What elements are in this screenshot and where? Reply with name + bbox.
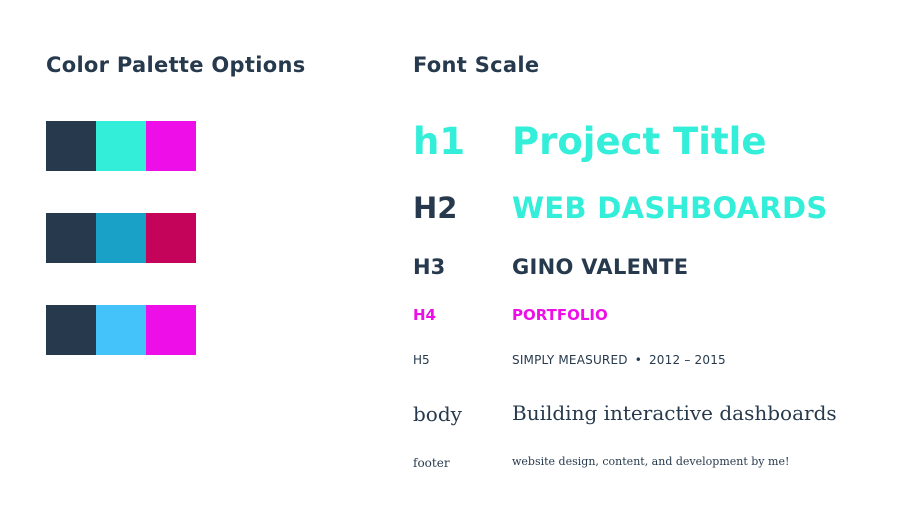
h5-company: SIMPLY MEASURED <box>512 353 628 367</box>
h2-label: H2 <box>413 191 458 225</box>
swatch-dark-navy <box>46 121 96 171</box>
footer-label: footer <box>413 456 450 470</box>
swatch-sky-blue <box>96 305 146 355</box>
h1-sample: Project Title <box>512 120 767 163</box>
h4-sample: PORTFOLIO <box>512 306 608 324</box>
swatch-dark-navy <box>46 213 96 263</box>
h4-label: H4 <box>413 306 436 324</box>
h5-separator: • <box>634 353 642 367</box>
palette-heading: Color Palette Options <box>46 53 306 77</box>
palette-2 <box>46 213 196 263</box>
h2-sample: WEB DASHBOARDS <box>512 191 828 225</box>
h5-label: H5 <box>413 353 430 367</box>
h1-label: h1 <box>413 120 466 163</box>
swatch-crimson <box>146 213 196 263</box>
swatch-magenta <box>146 121 196 171</box>
swatch-turquoise <box>96 121 146 171</box>
swatch-magenta <box>146 305 196 355</box>
h3-label: H3 <box>413 255 446 279</box>
h3-sample: GINO VALENTE <box>512 255 689 279</box>
h5-sample: SIMPLY MEASURED • 2012 – 2015 <box>512 350 726 370</box>
body-sample: Building interactive dashboards <box>512 401 837 425</box>
font-scale-heading: Font Scale <box>413 53 540 77</box>
h5-years: 2012 – 2015 <box>648 353 726 367</box>
body-label: body <box>413 402 462 426</box>
palette-1 <box>46 121 196 171</box>
footer-sample: website design, content, and development… <box>512 455 790 468</box>
swatch-cerulean <box>96 213 146 263</box>
palette-3 <box>46 305 196 355</box>
swatch-dark-navy <box>46 305 96 355</box>
